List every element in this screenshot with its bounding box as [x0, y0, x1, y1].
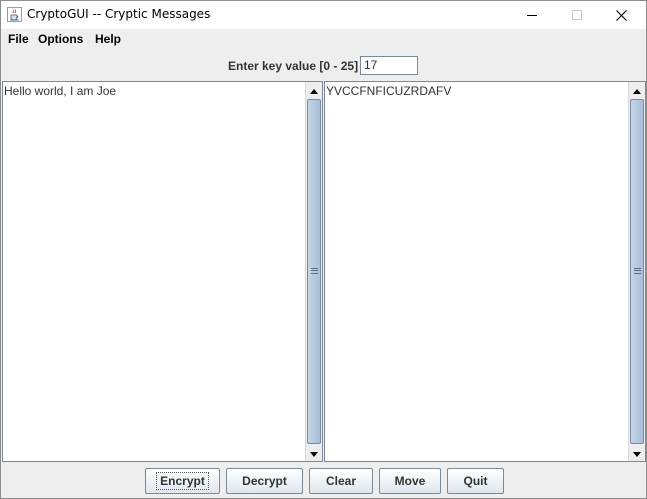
- quit-button[interactable]: Quit: [447, 468, 504, 494]
- scroll-thumb[interactable]: [630, 99, 644, 444]
- ciphertext-scrollbar[interactable]: [628, 82, 645, 461]
- clear-button[interactable]: Clear: [309, 468, 373, 494]
- key-input[interactable]: 17: [360, 56, 418, 75]
- arrow-up-icon: [310, 83, 318, 97]
- move-button[interactable]: Move: [379, 468, 441, 494]
- decrypt-label: Decrypt: [242, 474, 287, 488]
- window-title: CryptoGUI -- Cryptic Messages: [27, 7, 211, 21]
- java-cup-icon[interactable]: [7, 7, 22, 22]
- close-button[interactable]: [599, 1, 644, 29]
- plaintext-scrollbar[interactable]: [305, 82, 322, 461]
- main-panel: Enter key value [0 - 25] 17 Hello world,…: [1, 49, 646, 498]
- arrow-down-icon: [310, 446, 318, 460]
- app-window: CryptoGUI -- Cryptic Messages File Optio…: [0, 0, 647, 499]
- ciphertext-area[interactable]: YVCCFNFICUZRDAFV: [324, 81, 646, 462]
- scroll-up-button[interactable]: [306, 82, 322, 98]
- grip-icon: [634, 268, 641, 274]
- scroll-down-button[interactable]: [629, 445, 645, 461]
- plaintext-area[interactable]: Hello world, I am Joe: [2, 81, 323, 462]
- grip-icon: [311, 268, 318, 274]
- ciphertext-content[interactable]: YVCCFNFICUZRDAFV: [326, 84, 451, 98]
- minimize-icon: [526, 10, 537, 20]
- key-label: Enter key value [0 - 25]: [228, 59, 359, 73]
- close-icon: [616, 9, 627, 21]
- title-bar[interactable]: CryptoGUI -- Cryptic Messages: [1, 1, 646, 29]
- encrypt-label: Encrypt: [156, 472, 209, 490]
- decrypt-button[interactable]: Decrypt: [226, 468, 303, 494]
- move-label: Move: [394, 474, 426, 488]
- scroll-down-button[interactable]: [306, 445, 322, 461]
- quit-label: Quit: [463, 474, 488, 488]
- maximize-icon: [571, 10, 582, 20]
- scroll-thumb[interactable]: [307, 99, 321, 444]
- encrypt-button[interactable]: Encrypt: [145, 468, 220, 494]
- maximize-button[interactable]: [554, 1, 599, 29]
- menu-help[interactable]: Help: [95, 32, 121, 46]
- clear-label: Clear: [325, 474, 357, 488]
- plaintext-content[interactable]: Hello world, I am Joe: [4, 84, 116, 98]
- menu-options[interactable]: Options: [38, 32, 83, 46]
- menu-file[interactable]: File: [8, 32, 29, 46]
- minimize-button[interactable]: [509, 1, 554, 29]
- arrow-up-icon: [633, 83, 641, 97]
- menu-bar: File Options Help: [1, 29, 646, 49]
- scroll-up-button[interactable]: [629, 82, 645, 98]
- arrow-down-icon: [633, 446, 641, 460]
